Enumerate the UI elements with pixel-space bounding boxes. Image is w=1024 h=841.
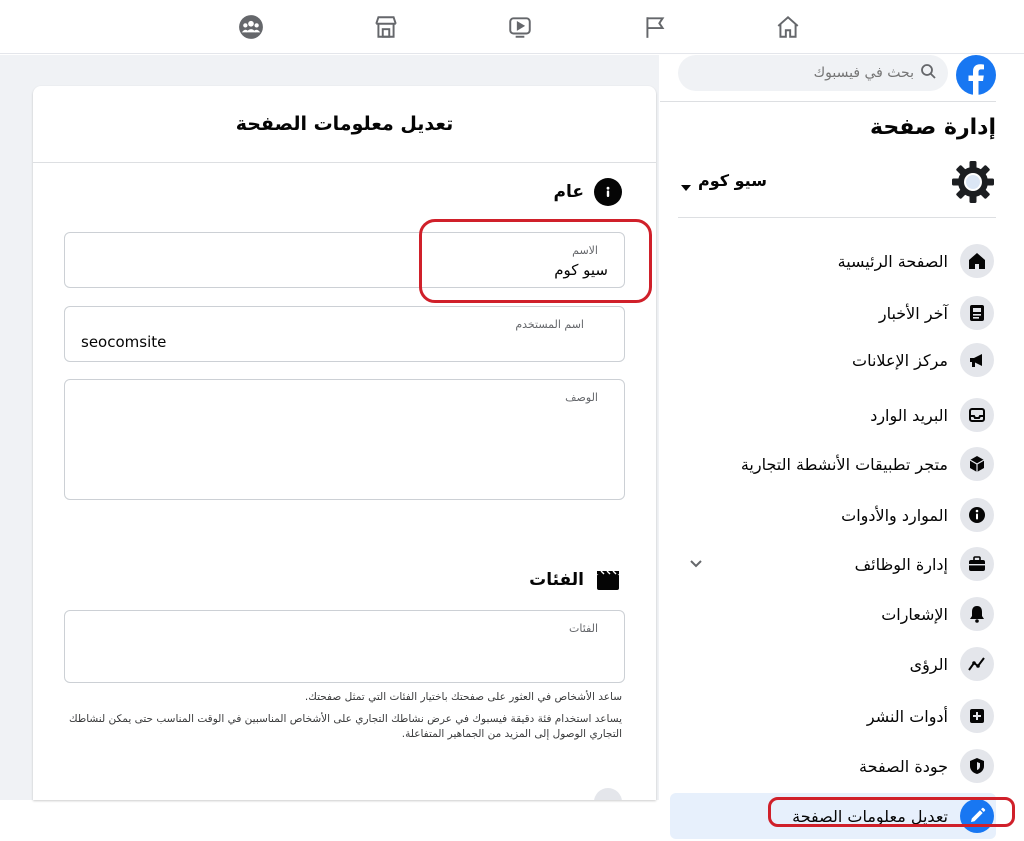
page-management-sidebar: إدارة صفحة سيو كوم الصفحة الرئيسية آخر ا… (660, 55, 996, 839)
sidebar-item-business-apps[interactable]: متجر تطبيقات الأنشطة التجارية (660, 441, 996, 487)
search-box[interactable] (678, 55, 948, 91)
sidebar-item-label: مركز الإعلانات (852, 350, 948, 370)
sidebar-item-label: الإشعارات (881, 604, 948, 624)
insights-icon (960, 647, 994, 681)
sidebar-item-label: إدارة الوظائف (854, 554, 948, 574)
pencil-icon (960, 799, 994, 833)
sidebar-item-resources[interactable]: الموارد والأدوات (660, 492, 996, 538)
sidebar-item-inbox[interactable]: البريد الوارد (660, 392, 996, 438)
megaphone-icon (960, 343, 994, 377)
clapperboard-icon (594, 566, 622, 594)
card-header: تعديل معلومات الصفحة (33, 86, 656, 163)
inbox-icon (960, 398, 994, 432)
username-value: seocomsite (81, 333, 167, 351)
categories-help-text-detail: يساعد استخدام فئة دقيقة فيسبوك في عرض نش… (69, 713, 622, 741)
next-section-icon (594, 788, 622, 800)
caret-down-icon (680, 177, 692, 196)
sidebar-divider (660, 101, 996, 102)
categories-section-heading: الفئات (529, 566, 622, 594)
edit-page-info-card: تعديل معلومات الصفحة عام الاسم سيو كوم ا… (33, 86, 656, 800)
search-input[interactable] (714, 65, 914, 81)
categories-field[interactable]: الفئات (64, 610, 625, 683)
sidebar-item-label: تعديل معلومات الصفحة (792, 806, 948, 826)
chevron-down-icon[interactable] (688, 555, 704, 571)
cube-icon (960, 447, 994, 481)
categories-heading: الفئات (529, 570, 584, 590)
flag-icon[interactable] (640, 12, 670, 42)
briefcase-icon (960, 547, 994, 581)
video-icon[interactable] (505, 12, 535, 42)
categories-field-label: الفئات (569, 622, 598, 635)
general-section-heading: عام (554, 178, 622, 206)
home-icon[interactable] (773, 12, 803, 42)
categories-help-text: ساعد الأشخاص في العثور على صفحتك باختيار… (304, 691, 622, 703)
username-field[interactable]: اسم المستخدم seocomsite (64, 306, 625, 362)
shield-icon (960, 749, 994, 783)
info-icon (960, 498, 994, 532)
sidebar-item-ad-center[interactable]: مركز الإعلانات (660, 337, 996, 383)
publishing-icon (960, 699, 994, 733)
name-label: الاسم (572, 244, 598, 257)
top-navigation (0, 0, 1024, 54)
sidebar-item-notifications[interactable]: الإشعارات (660, 591, 996, 637)
name-value: سيو كوم (554, 261, 608, 279)
sidebar-item-label: البريد الوارد (870, 405, 948, 425)
card-title: تعديل معلومات الصفحة (235, 113, 454, 135)
name-field[interactable]: الاسم سيو كوم (64, 232, 625, 288)
sidebar-divider-2 (678, 217, 996, 218)
sidebar-item-home[interactable]: الصفحة الرئيسية (660, 238, 996, 284)
home-icon (960, 244, 994, 278)
sidebar-item-label: آخر الأخبار (878, 303, 948, 323)
sidebar-item-insights[interactable]: الرؤى (660, 641, 996, 687)
gear-icon (950, 159, 996, 205)
news-icon (960, 296, 994, 330)
sidebar-item-label: جودة الصفحة (859, 756, 948, 776)
bell-icon (960, 597, 994, 631)
sidebar-item-label: أدوات النشر (866, 706, 948, 726)
marketplace-icon[interactable] (371, 12, 401, 42)
page-name: سيو كوم (698, 171, 767, 190)
sidebar-item-jobs[interactable]: إدارة الوظائف (660, 541, 996, 587)
page-name-text: سيو كوم (698, 171, 767, 190)
description-label: الوصف (565, 391, 598, 404)
sidebar-item-label: الرؤى (909, 654, 948, 674)
username-label: اسم المستخدم (515, 318, 584, 331)
sidebar-item-label: الموارد والأدوات (841, 505, 948, 525)
sidebar-item-label: متجر تطبيقات الأنشطة التجارية (740, 454, 948, 474)
sidebar-title: إدارة صفحة (870, 115, 996, 140)
sidebar-item-edit-page-info[interactable]: تعديل معلومات الصفحة (670, 793, 996, 839)
sidebar-item-news[interactable]: آخر الأخبار (660, 290, 996, 336)
sidebar-item-page-quality[interactable]: جودة الصفحة (660, 743, 996, 789)
general-heading: عام (553, 182, 584, 202)
sidebar-item-label: الصفحة الرئيسية (837, 251, 948, 271)
page-switcher[interactable]: سيو كوم (678, 157, 996, 207)
info-icon (594, 178, 622, 206)
search-icon (920, 63, 936, 83)
description-field[interactable]: الوصف (64, 379, 625, 500)
facebook-logo-icon[interactable] (956, 55, 996, 95)
sidebar-item-publishing-tools[interactable]: أدوات النشر (660, 693, 996, 739)
groups-icon[interactable] (236, 12, 266, 42)
